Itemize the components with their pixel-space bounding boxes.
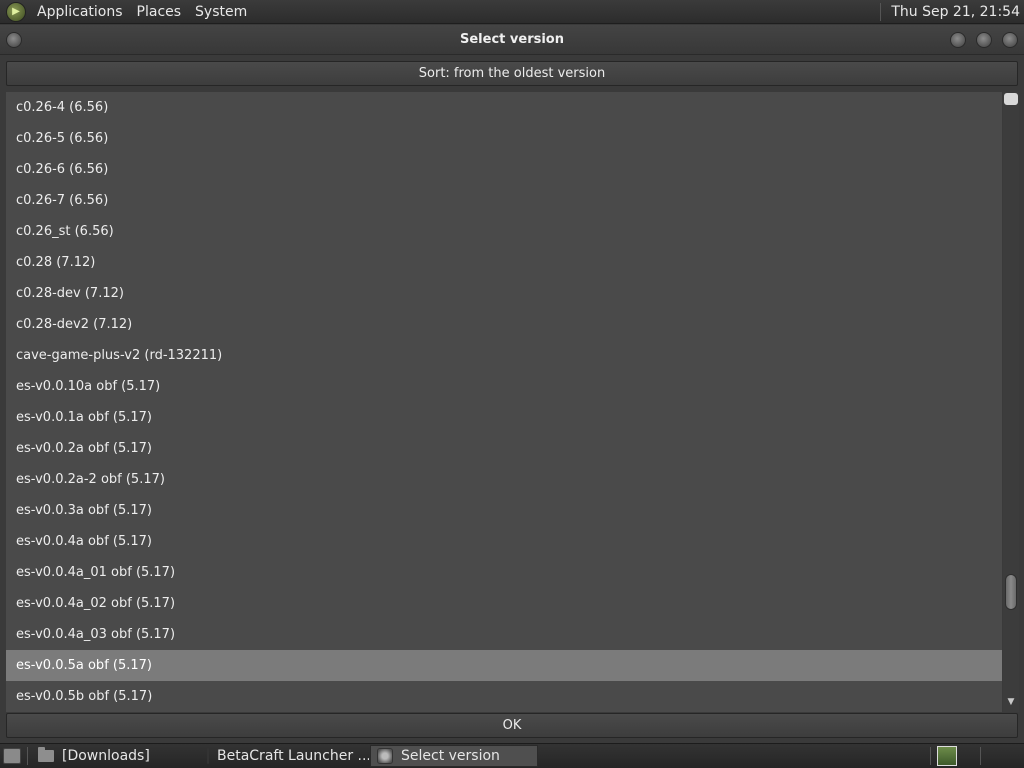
version-list-item[interactable]: c0.28 (7.12) (6, 247, 1002, 278)
betacraft-tray-icon[interactable] (937, 746, 957, 766)
version-list-item[interactable]: es-v0.0.4a_03 obf (5.17) (6, 619, 1002, 650)
panel-separator (880, 3, 882, 21)
version-list-item[interactable]: c0.28-dev (7.12) (6, 278, 1002, 309)
version-list-item[interactable]: es-v0.0.4a_01 obf (5.17) (6, 557, 1002, 588)
version-list-item[interactable]: es-v0.0.2a-2 obf (5.17) (6, 464, 1002, 495)
version-list-item[interactable]: es-v0.0.5a obf (5.17) (6, 650, 1002, 681)
window-titlebar[interactable]: Select version (0, 25, 1024, 55)
menu-places[interactable]: Places (130, 0, 189, 24)
close-button[interactable] (1002, 32, 1018, 48)
betacraft-icon (207, 748, 209, 764)
task-label: Select version (401, 748, 500, 764)
scroll-down-arrow-icon[interactable]: ▼ (1006, 696, 1016, 708)
version-list-item[interactable]: es-v0.0.4a obf (5.17) (6, 526, 1002, 557)
version-list-item[interactable]: es-v0.0.5b obf (5.17) (6, 681, 1002, 712)
betacraft-icon (377, 748, 393, 764)
folder-icon (38, 747, 54, 762)
bottom-taskbar: [Downloads] BetaCraft Launcher ... Selec… (0, 743, 1024, 768)
taskbar-separator (930, 747, 931, 765)
scroll-up-button[interactable] (1004, 93, 1018, 105)
taskbar-separator (980, 747, 981, 765)
maximize-button[interactable] (976, 32, 992, 48)
show-desktop-icon[interactable] (3, 748, 21, 764)
scroll-thumb[interactable] (1005, 573, 1017, 610)
ok-button[interactable]: OK (6, 713, 1018, 738)
menu-system[interactable]: System (188, 0, 254, 24)
task-select-version[interactable]: Select version (370, 745, 538, 767)
version-list-item[interactable]: cave-game-plus-v2 (rd-132211) (6, 340, 1002, 371)
version-list-item[interactable]: c0.26-4 (6.56) (6, 92, 1002, 123)
task-label: BetaCraft Launcher ... (217, 748, 369, 764)
version-list-item[interactable]: es-v0.0.2a obf (5.17) (6, 433, 1002, 464)
clock-area: Thu Sep 21, 21:54 (880, 0, 1020, 24)
version-list-item[interactable]: c0.26_st (6.56) (6, 216, 1002, 247)
task-label: [Downloads] (62, 748, 150, 764)
version-list[interactable]: c0.26-4 (6.56) c0.26-5 (6.56) c0.26-6 (6.5… (6, 92, 1002, 712)
version-list-item[interactable]: es-v0.0.4a_02 obf (5.17) (6, 588, 1002, 619)
version-list-item[interactable]: c0.26-5 (6.56) (6, 123, 1002, 154)
distro-logo-icon[interactable]: ▶ (6, 1, 26, 22)
version-list-item[interactable]: c0.28-dev2 (7.12) (6, 309, 1002, 340)
window-title: Select version (460, 32, 564, 47)
version-list-item[interactable]: c0.26-7 (6.56) (6, 185, 1002, 216)
menu-applications[interactable]: Applications (30, 0, 130, 24)
sort-button[interactable]: Sort: from the oldest version (6, 61, 1018, 86)
taskbar-separator (27, 747, 28, 765)
list-scrollbar[interactable]: ▼ (1003, 92, 1019, 712)
task-betacraft-launcher[interactable]: BetaCraft Launcher ... (201, 745, 369, 767)
version-list-item[interactable]: c0.26-6 (6.56) (6, 154, 1002, 185)
version-list-item[interactable]: es-v0.0.1a obf (5.17) (6, 402, 1002, 433)
minimize-button[interactable] (950, 32, 966, 48)
version-list-item[interactable]: es-v0.0.10a obf (5.17) (6, 371, 1002, 402)
clock[interactable]: Thu Sep 21, 21:54 (891, 4, 1020, 20)
task-downloads[interactable]: [Downloads] (32, 745, 202, 767)
version-list-item[interactable]: es-v0.0.3a obf (5.17) (6, 495, 1002, 526)
top-panel: ▶ Applications Places System Thu Sep 21,… (0, 0, 1024, 24)
